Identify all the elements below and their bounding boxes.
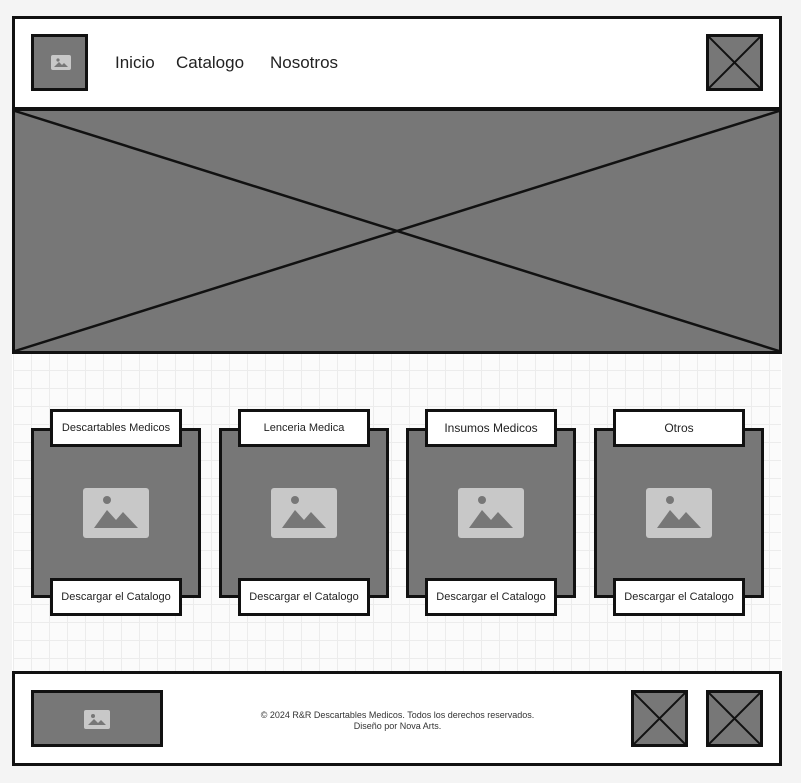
download-catalog-button[interactable]: Descargar el Catalogo	[50, 578, 182, 616]
nav-nosotros[interactable]: Nosotros	[270, 53, 338, 73]
category-title: Insumos Medicos	[425, 409, 557, 447]
copyright-text: © 2024 R&R Descartables Medicos. Todos l…	[260, 710, 535, 720]
image-icon	[51, 55, 71, 70]
image-icon	[646, 488, 712, 538]
download-catalog-button[interactable]: Descargar el Catalogo	[238, 578, 370, 616]
image-icon	[458, 488, 524, 538]
social-link-1[interactable]	[631, 690, 688, 747]
logo[interactable]	[31, 34, 88, 91]
image-icon	[271, 488, 337, 538]
nav-catalogo[interactable]: Catalogo	[176, 53, 244, 73]
category-card-lenceria[interactable]	[219, 428, 389, 598]
placeholder-x-icon	[709, 693, 760, 744]
category-title: Otros	[613, 409, 745, 447]
placeholder-x-icon	[634, 693, 685, 744]
footer-logo[interactable]	[31, 690, 163, 747]
footer-text: © 2024 R&R Descartables Medicos. Todos l…	[200, 710, 595, 732]
menu-button[interactable]	[706, 34, 763, 91]
category-title: Descartables Medicos	[50, 409, 182, 447]
social-link-2[interactable]	[706, 690, 763, 747]
category-card-descartables[interactable]	[31, 428, 201, 598]
credit-text: Diseño por Nova Arts.	[353, 721, 442, 731]
placeholder-x-icon	[709, 37, 760, 88]
hero-banner	[12, 108, 782, 354]
image-icon	[84, 710, 110, 729]
category-title: Lenceria Medica	[238, 409, 370, 447]
placeholder-x-icon	[15, 111, 779, 351]
image-icon	[83, 488, 149, 538]
download-catalog-button[interactable]: Descargar el Catalogo	[613, 578, 745, 616]
download-catalog-button[interactable]: Descargar el Catalogo	[425, 578, 557, 616]
category-card-insumos[interactable]	[406, 428, 576, 598]
nav-inicio[interactable]: Inicio	[115, 53, 155, 73]
category-card-otros[interactable]	[594, 428, 764, 598]
